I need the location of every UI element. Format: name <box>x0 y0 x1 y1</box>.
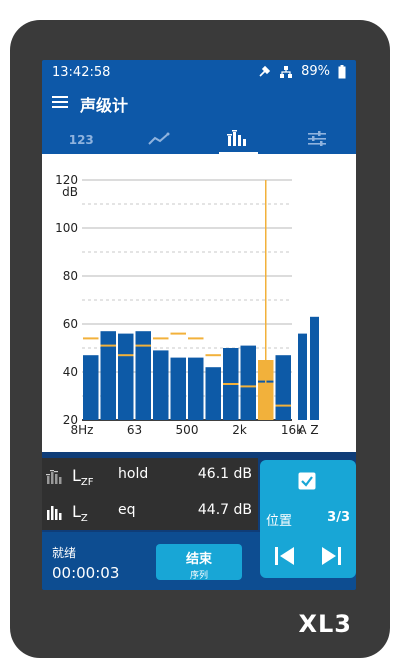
usb-plug-icon <box>257 65 271 79</box>
hold-marker <box>223 383 239 385</box>
spectrum-bar <box>100 331 116 420</box>
spectrum-chart: 20 40 60 80 100 120 dB 8Hz 63 500 2k 16k A Z <box>42 154 356 452</box>
reading-row-eq[interactable]: LZ eq 44.7 dB <box>42 494 258 530</box>
spectrum-bar <box>275 355 291 420</box>
spectrum-bar <box>153 350 169 420</box>
battery-icon <box>338 64 346 79</box>
x-tick-label: 2k <box>232 423 247 437</box>
position-panel: 位置 3/3 <box>260 460 356 578</box>
hold-marker <box>240 385 256 388</box>
hold-marker <box>100 344 116 347</box>
skip-next-icon[interactable] <box>320 546 342 570</box>
spectrum-hold-icon <box>46 468 66 488</box>
y-tick-label: 100 <box>55 221 78 235</box>
hold-marker <box>153 337 169 340</box>
stop-button-sublabel: 序列 <box>189 571 208 581</box>
stop-sequence-button[interactable]: 结束 序列 <box>156 544 242 581</box>
hold-marker <box>205 354 221 357</box>
skip-previous-icon[interactable] <box>274 546 296 570</box>
overall-bar <box>298 333 307 420</box>
x-tick-label: 500 <box>176 423 199 437</box>
reading-mode-hold: hold <box>118 466 149 482</box>
y-tick-label: 80 <box>63 269 78 283</box>
trend-line-icon <box>148 131 172 150</box>
tab-trend[interactable] <box>121 126 200 154</box>
hold-marker <box>275 404 291 407</box>
param-sub: Z <box>80 513 88 525</box>
status-bar: 13:42:58 89% <box>42 60 356 86</box>
measurement-state: 就绪 <box>52 546 77 560</box>
readings-panel: LZF hold 46.1 dB LZ eq 44.7 dB <box>42 458 258 530</box>
param-main: L <box>72 466 81 485</box>
view-tabs: 123 <box>42 126 356 154</box>
elapsed-time: 00:00:03 <box>52 564 120 582</box>
app-bar: 声级计 123 <box>42 86 356 154</box>
tab-numeric-label: 123 <box>68 133 94 147</box>
x-tick-label: 8Hz <box>71 423 94 437</box>
battery-percent: 89% <box>301 64 330 79</box>
stop-button-label: 结束 <box>185 552 212 567</box>
spectrum-bar <box>118 333 134 420</box>
y-axis-unit-label: dB <box>62 185 78 199</box>
reading-mode-eq: eq <box>118 502 136 518</box>
hold-marker <box>135 344 151 347</box>
tab-numeric[interactable]: 123 <box>42 126 121 154</box>
spectrum-eq-icon <box>46 504 66 524</box>
reading-value-hold: 46.1 dB <box>197 466 252 482</box>
hold-marker <box>118 354 134 357</box>
reading-value-eq: 44.7 dB <box>197 502 252 518</box>
status-indicators: 89% <box>257 64 346 79</box>
hamburger-menu-icon[interactable] <box>52 94 70 110</box>
spectrum-bar <box>83 355 99 420</box>
y-tick-label: 40 <box>63 365 78 379</box>
overall-bar-label: Z <box>310 423 318 437</box>
param-sub: ZF <box>80 477 94 489</box>
spectrum-bar <box>188 357 204 420</box>
spectrum-chart-svg: 20406080100120dB8Hz 63 500 2k 16kA Z <box>55 173 319 437</box>
checkbox-icon[interactable] <box>298 472 316 490</box>
position-count: 3/3 <box>327 510 350 525</box>
spectrum-bar <box>170 357 186 420</box>
spectrum-bars-icon <box>227 130 249 150</box>
y-tick-label: 60 <box>63 317 78 331</box>
overall-bar-label: A <box>298 423 307 437</box>
status-time: 13:42:58 <box>52 65 111 80</box>
hold-marker <box>170 332 186 335</box>
spectrum-bar <box>205 367 221 420</box>
reading-row-hold[interactable]: LZF hold 46.1 dB <box>42 458 258 494</box>
spectrum-bar <box>240 345 256 420</box>
param-main: L <box>72 502 81 521</box>
tab-spectrum[interactable] <box>199 126 278 154</box>
overall-bar <box>310 316 319 420</box>
settings-sliders-icon <box>307 130 327 150</box>
device-screen: 13:42:58 89% 声级计 123 20 40 60 80 100 120… <box>42 60 356 590</box>
spectrum-bar <box>135 331 151 420</box>
hold-marker <box>188 337 204 340</box>
position-label: 位置 <box>266 514 293 529</box>
x-tick-label: 63 <box>127 423 142 437</box>
reading-param-eq: LZ <box>72 502 88 524</box>
network-icon <box>279 65 293 79</box>
tab-settings[interactable] <box>278 126 357 154</box>
reading-param-hold: LZF <box>72 466 94 488</box>
device-brand-label: XL3 <box>298 610 352 638</box>
hold-marker <box>83 337 99 340</box>
app-title: 声级计 <box>80 96 129 115</box>
